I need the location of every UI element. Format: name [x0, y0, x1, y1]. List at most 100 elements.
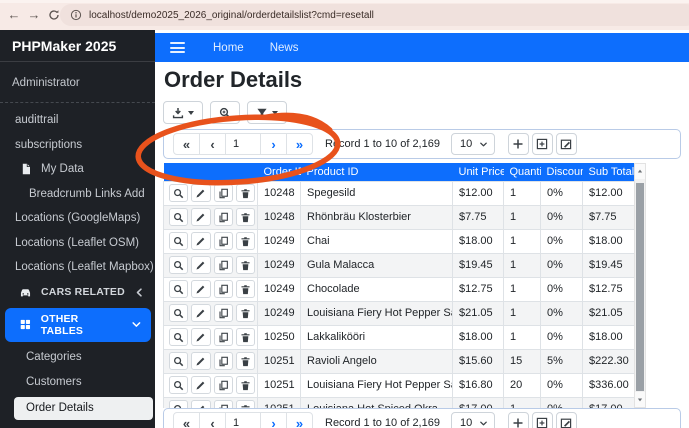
- filter-button[interactable]: [247, 101, 287, 124]
- header-sub-total[interactable]: Sub Total: [583, 163, 635, 181]
- previous-page-button[interactable]: ‹: [199, 412, 226, 428]
- edit-button[interactable]: [191, 184, 210, 202]
- grid-add-button[interactable]: [532, 412, 553, 428]
- sidebar-group-cars-related[interactable]: CARS RELATED: [0, 280, 155, 305]
- address-bar[interactable]: localhost/demo2025_2026_original/orderde…: [60, 4, 689, 26]
- grid-add-button[interactable]: [532, 133, 553, 155]
- browser-forward-button[interactable]: →: [24, 3, 44, 27]
- view-button[interactable]: [169, 376, 188, 394]
- edit-button[interactable]: [191, 304, 210, 322]
- sidebar-item-order-details[interactable]: Order Details: [14, 397, 153, 420]
- copy-button[interactable]: [214, 184, 233, 202]
- edit-button[interactable]: [191, 352, 210, 370]
- page-size-select[interactable]: 10: [451, 133, 495, 155]
- view-button[interactable]: [169, 232, 188, 250]
- copy-button[interactable]: [214, 304, 233, 322]
- header-quantity[interactable]: Quantity: [504, 163, 541, 181]
- browser-back-button[interactable]: ←: [4, 3, 24, 27]
- page-number-input[interactable]: [225, 133, 261, 155]
- edit-button[interactable]: [191, 280, 210, 298]
- page-size-select[interactable]: 10: [451, 412, 495, 428]
- edit-button[interactable]: [191, 376, 210, 394]
- delete-button[interactable]: [236, 184, 255, 202]
- next-page-button[interactable]: ›: [260, 133, 287, 155]
- copy-button[interactable]: [214, 280, 233, 298]
- nav-link-home[interactable]: Home: [213, 42, 244, 54]
- cell-discount: 0%: [541, 181, 583, 205]
- next-page-button[interactable]: ›: [260, 412, 287, 428]
- scroll-down-arrow-icon[interactable]: [635, 392, 645, 407]
- copy-button[interactable]: [214, 328, 233, 346]
- last-page-button[interactable]: »: [286, 412, 313, 428]
- sidebar-item-categories[interactable]: Categories: [0, 345, 155, 370]
- view-button[interactable]: [169, 304, 188, 322]
- delete-button[interactable]: [236, 208, 255, 226]
- page-number-input[interactable]: [225, 412, 261, 428]
- view-button[interactable]: [169, 184, 188, 202]
- sidebar-item-my-data[interactable]: My Data: [0, 157, 155, 182]
- sidebar-item-subscriptions[interactable]: subscriptions: [0, 133, 155, 158]
- sidebar-item-orders[interactable]: Orders: [0, 422, 155, 428]
- edit-button[interactable]: [191, 400, 210, 408]
- view-button[interactable]: [169, 400, 188, 408]
- magnifier-icon: [173, 332, 184, 343]
- copy-button[interactable]: [214, 232, 233, 250]
- page-size-value: 10: [460, 138, 472, 150]
- cell-quantity: 1: [504, 229, 541, 253]
- scroll-up-arrow-icon[interactable]: [635, 164, 645, 179]
- edit-button[interactable]: [191, 256, 210, 274]
- sidebar-item-breadcrumb-links-add[interactable]: Breadcrumb Links Add: [0, 182, 155, 207]
- add-button[interactable]: [508, 412, 529, 428]
- sidebar-user[interactable]: Administrator: [0, 62, 155, 102]
- view-button[interactable]: [169, 280, 188, 298]
- nav-link-news[interactable]: News: [270, 42, 299, 54]
- delete-button[interactable]: [236, 400, 255, 408]
- view-button[interactable]: [169, 352, 188, 370]
- delete-button[interactable]: [236, 328, 255, 346]
- copy-button[interactable]: [214, 256, 233, 274]
- scrollbar-thumb[interactable]: [636, 183, 644, 391]
- pencil-icon: [195, 308, 206, 319]
- sidebar-item-locations-googlemaps[interactable]: Locations (GoogleMaps): [0, 206, 155, 231]
- header-product-id[interactable]: Product ID: [301, 163, 453, 181]
- sidebar-item-locations-leaflet-osm[interactable]: Locations (Leaflet OSM): [0, 231, 155, 256]
- view-button[interactable]: [169, 208, 188, 226]
- copy-button[interactable]: [214, 400, 233, 408]
- magnifier-icon: [173, 308, 184, 319]
- grid-edit-button[interactable]: [556, 412, 577, 428]
- sidebar-item-audittrail[interactable]: audittrail: [0, 108, 155, 133]
- table-row: 10248Rhönbräu Klosterbier$7.7510%$7.75: [164, 205, 635, 229]
- copy-button[interactable]: [214, 376, 233, 394]
- export-button[interactable]: [163, 101, 203, 124]
- first-page-button[interactable]: «: [173, 412, 200, 428]
- brand-title[interactable]: PHPMaker 2025: [0, 30, 155, 62]
- view-button[interactable]: [169, 328, 188, 346]
- header-order-id[interactable]: Order ID: [258, 163, 301, 181]
- sidebar-group-other-tables[interactable]: OTHER TABLES: [5, 308, 151, 342]
- copy-button[interactable]: [214, 208, 233, 226]
- last-page-button[interactable]: »: [286, 133, 313, 155]
- delete-button[interactable]: [236, 376, 255, 394]
- delete-button[interactable]: [236, 352, 255, 370]
- copy-button[interactable]: [214, 352, 233, 370]
- first-page-button[interactable]: «: [173, 133, 200, 155]
- search-button[interactable]: [210, 101, 240, 124]
- delete-button[interactable]: [236, 304, 255, 322]
- delete-button[interactable]: [236, 232, 255, 250]
- sidebar-item-customers[interactable]: Customers: [0, 370, 155, 395]
- grid-edit-button[interactable]: [556, 133, 577, 155]
- vertical-scrollbar[interactable]: [634, 163, 646, 408]
- view-button[interactable]: [169, 256, 188, 274]
- delete-button[interactable]: [236, 280, 255, 298]
- previous-page-button[interactable]: ‹: [199, 133, 226, 155]
- header-unit-price[interactable]: Unit Price: [453, 163, 504, 181]
- edit-button[interactable]: [191, 208, 210, 226]
- edit-button[interactable]: [191, 232, 210, 250]
- header-discount[interactable]: Discount: [541, 163, 583, 181]
- delete-button[interactable]: [236, 256, 255, 274]
- hamburger-menu-icon[interactable]: [170, 42, 185, 53]
- edit-button[interactable]: [191, 328, 210, 346]
- add-button[interactable]: [508, 133, 529, 155]
- sidebar-item-locations-leaflet-mapbox[interactable]: Locations (Leaflet Mapbox): [0, 255, 155, 280]
- magnifier-icon: [173, 380, 184, 391]
